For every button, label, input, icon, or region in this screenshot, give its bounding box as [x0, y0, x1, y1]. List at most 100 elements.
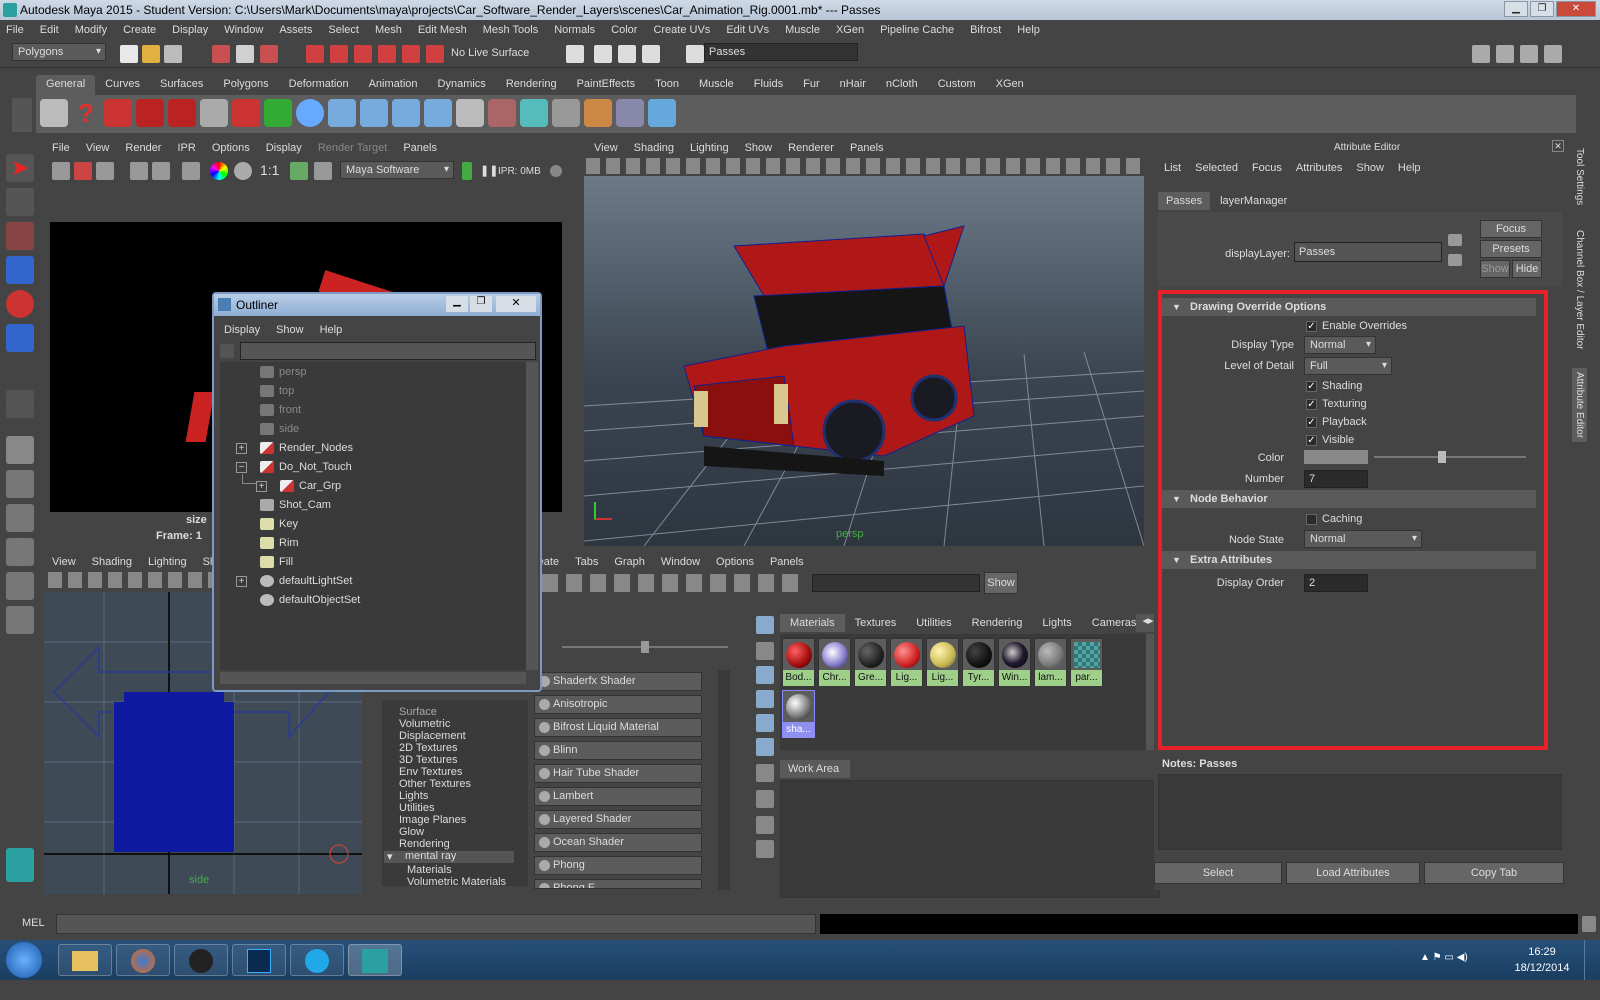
hypershade-tool-icon[interactable] — [756, 616, 774, 634]
tab-textures[interactable]: Textures — [845, 614, 907, 632]
sort-icon[interactable] — [756, 764, 774, 782]
shelf-tool-icon[interactable] — [648, 99, 676, 127]
outliner-item-rim[interactable]: Rim — [260, 537, 299, 549]
filter-icon[interactable] — [220, 344, 234, 358]
shader-item[interactable]: Phong — [534, 856, 702, 875]
category-item[interactable]: Surface — [399, 706, 437, 718]
render-menu-options[interactable]: Options — [212, 142, 250, 154]
display-type-dropdown[interactable]: Normal — [1304, 336, 1376, 354]
hypershade-tool-icon[interactable] — [756, 666, 774, 684]
categories-scrollbar[interactable] — [516, 700, 528, 886]
quick-select-field[interactable]: Passes — [704, 43, 858, 61]
shelf-tab-deformation[interactable]: Deformation — [279, 75, 359, 95]
collapse-icon[interactable]: ▾ — [387, 850, 393, 863]
outliner-item-fill[interactable]: Fill — [260, 556, 293, 568]
select-component-icon[interactable] — [260, 45, 278, 63]
attr-menu-help[interactable]: Help — [1398, 162, 1421, 174]
menu-color[interactable]: Color — [611, 24, 637, 36]
persp-viewport[interactable]: persp — [584, 176, 1144, 546]
persp-menu-lighting[interactable]: Lighting — [690, 142, 729, 154]
notes-textarea[interactable] — [1158, 774, 1562, 850]
shelf-tab-xgen[interactable]: XGen — [986, 75, 1034, 95]
outliner-filter-field[interactable] — [240, 342, 536, 360]
layout-single-icon[interactable] — [1472, 45, 1490, 63]
persp-menu-show[interactable]: Show — [745, 142, 773, 154]
script-editor-icon[interactable] — [1582, 916, 1596, 932]
alpha-channel-icon[interactable] — [234, 162, 252, 180]
menu-edit[interactable]: Edit — [40, 24, 59, 36]
shelf-tool-icon[interactable] — [264, 99, 292, 127]
shelf-tab-surfaces[interactable]: Surfaces — [150, 75, 213, 95]
shader-item[interactable]: Layered Shader — [534, 810, 702, 829]
outliner-item-front[interactable]: front — [260, 404, 301, 416]
category-item[interactable]: Materials — [407, 864, 452, 876]
outliner-menu-help[interactable]: Help — [320, 324, 343, 336]
shader-item[interactable]: Ocean Shader — [534, 833, 702, 852]
shelf-tab-general[interactable]: General — [36, 75, 96, 95]
material-swatch[interactable]: Lig... — [890, 638, 923, 686]
show-desktop-button[interactable] — [1584, 940, 1600, 980]
shelf-tab-fur[interactable]: Fur — [793, 75, 830, 95]
select-hierarchy-icon[interactable] — [212, 45, 230, 63]
shader-item[interactable]: Shaderfx Shader — [534, 672, 702, 691]
show-button[interactable]: Show — [1480, 260, 1510, 278]
category-item[interactable]: Volumetric — [399, 718, 450, 730]
section-drawing-override-options[interactable]: Drawing Override Options — [1162, 298, 1536, 316]
remove-image-icon[interactable] — [314, 162, 332, 180]
layout-four-icon[interactable] — [1520, 45, 1538, 63]
render-menu-render[interactable]: Render — [125, 142, 161, 154]
attr-tab-layer-manager[interactable]: layerManager — [1210, 192, 1297, 210]
hypershade-tool-icon[interactable] — [756, 738, 774, 756]
color-channels-icon[interactable] — [210, 162, 228, 180]
shelf-tab-nhair[interactable]: nHair — [830, 75, 876, 95]
hide-button[interactable]: Hide — [1512, 260, 1542, 278]
channel-box-tab[interactable]: Channel Box / Layer Editor — [1574, 230, 1585, 350]
shader-item[interactable]: Anisotropic — [534, 695, 702, 714]
snap-live-icon[interactable] — [402, 45, 420, 63]
color-slider[interactable] — [1374, 456, 1526, 458]
joint-icon[interactable] — [360, 99, 388, 127]
category-item[interactable]: Lights — [399, 790, 428, 802]
hypershade-tool-icon[interactable] — [756, 790, 774, 808]
layout-dope-sheet-icon[interactable] — [6, 606, 34, 634]
render-menu-display[interactable]: Display — [266, 142, 302, 154]
outliner-item-car-grp[interactable]: Car_Grp — [280, 480, 341, 492]
shader-list-scrollbar[interactable] — [718, 670, 730, 890]
hypershade-search-field[interactable] — [812, 574, 980, 592]
shelf-tab-curves[interactable]: Curves — [95, 75, 150, 95]
menu-create[interactable]: Create — [123, 24, 156, 36]
shader-item[interactable]: Lambert — [534, 787, 702, 806]
persp-menu-shading[interactable]: Shading — [634, 142, 674, 154]
start-button[interactable] — [6, 942, 42, 978]
move-tool-icon[interactable] — [6, 256, 34, 284]
shelf-tool-icon[interactable] — [168, 99, 196, 127]
hyper-menu-graph[interactable]: Graph — [614, 556, 645, 568]
keep-image-icon[interactable] — [290, 162, 308, 180]
shelf-tool-icon[interactable] — [232, 99, 260, 127]
sphere-icon[interactable] — [296, 99, 324, 127]
taskbar-steam[interactable] — [174, 944, 228, 976]
section-extra-attributes[interactable]: Extra Attributes — [1162, 551, 1536, 569]
tab-work-area[interactable]: Work Area — [780, 760, 850, 778]
outliner-item-top[interactable]: top — [260, 385, 294, 397]
input-connection-icon[interactable] — [1448, 234, 1462, 246]
new-scene-icon[interactable] — [120, 45, 138, 63]
material-swatch[interactable]: Chr... — [818, 638, 851, 686]
outliner-item-persp[interactable]: persp — [260, 366, 307, 378]
material-swatch[interactable]: Bod... — [782, 638, 815, 686]
snap-view-plane-icon[interactable] — [378, 45, 396, 63]
section-node-behavior[interactable]: Node Behavior — [1162, 490, 1536, 508]
material-swatch-selected[interactable]: sha... — [782, 690, 815, 738]
hypershade-tool-icon[interactable] — [756, 816, 774, 834]
tab-rendering[interactable]: Rendering — [962, 614, 1033, 632]
enable-overrides-checkbox[interactable]: ✓ Enable Overrides — [1306, 320, 1407, 332]
shader-item[interactable]: Blinn — [534, 741, 702, 760]
shelf-tab-animation[interactable]: Animation — [359, 75, 428, 95]
menu-create-uvs[interactable]: Create UVs — [653, 24, 710, 36]
shelf-tool-icon[interactable] — [520, 99, 548, 127]
close-button[interactable]: ✕ — [1556, 1, 1596, 17]
outliner-item-default-light-set[interactable]: defaultLightSet — [260, 575, 352, 587]
layout-graph-editor-icon[interactable] — [6, 538, 34, 566]
lasso-tool-icon[interactable] — [6, 188, 34, 216]
tab-utilities[interactable]: Utilities — [906, 614, 961, 632]
